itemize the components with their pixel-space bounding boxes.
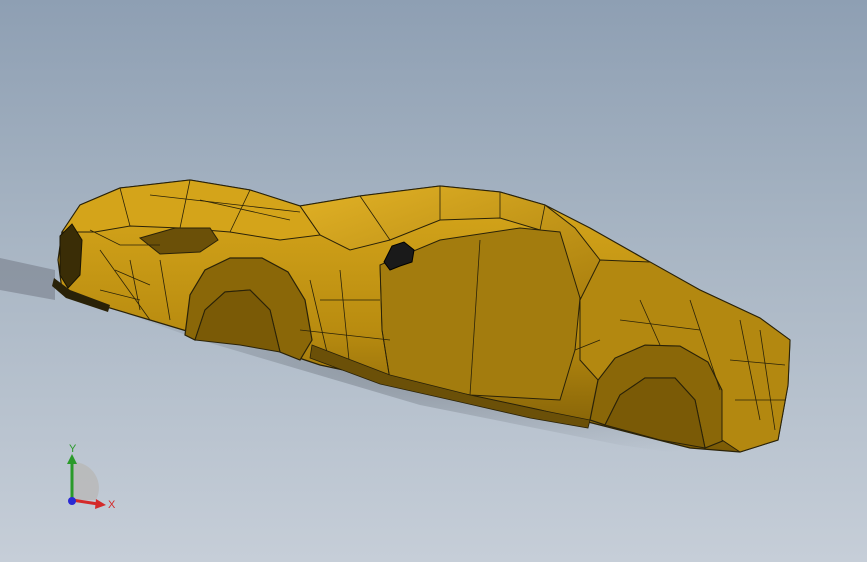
axis-triad: Y X: [67, 443, 116, 511]
x-axis-arrow-icon: [95, 499, 106, 509]
graphics-viewport[interactable]: Y X: [0, 0, 867, 562]
car-body-model[interactable]: [0, 0, 867, 562]
y-axis-label: Y: [69, 443, 77, 455]
y-axis-arrow-icon: [67, 454, 77, 464]
x-axis-label: X: [108, 499, 116, 511]
triad-background-arc: [72, 461, 99, 500]
z-axis-origin-icon: [68, 497, 76, 505]
